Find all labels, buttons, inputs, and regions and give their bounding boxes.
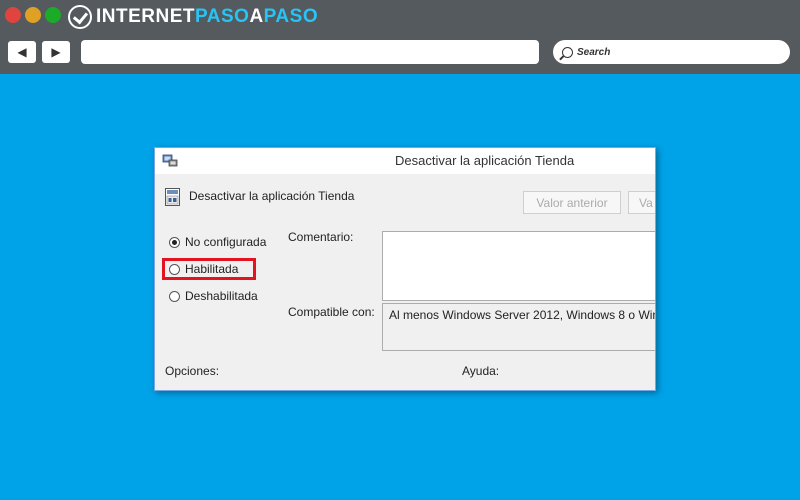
compatible-value: Al menos Windows Server 2012, Windows 8 … [382,303,655,351]
search-input[interactable]: Search [553,40,790,64]
address-bar[interactable] [81,40,539,64]
policy-dialog: Desactivar la aplicación Tienda Desactiv… [154,147,656,391]
forward-button[interactable]: ▶ [42,41,70,63]
compatible-label: Compatible con: [288,305,375,319]
policy-settings-icon [162,154,178,167]
back-arrow-icon: ◀ [17,45,27,59]
highlight-box [162,258,256,280]
dialog-title: Desactivar la aplicación Tienda [395,153,575,168]
comment-textarea[interactable] [382,231,655,301]
checkmark-icon [68,5,92,29]
minimize-window-button[interactable] [25,7,41,23]
comment-label: Comentario: [288,230,354,244]
close-window-button[interactable] [5,7,21,23]
window-controls [5,7,61,23]
forward-arrow-icon: ▶ [51,45,61,59]
browser-toolbar: INTERNETPASOAPASO ◀ ▶ Search [0,0,800,74]
radio-circle[interactable] [169,290,180,302]
search-icon [562,46,573,58]
policy-document-icon [165,188,180,206]
help-label: Ayuda: [462,364,500,378]
search-placeholder: Search [577,46,611,58]
next-setting-button[interactable]: Va [628,191,655,214]
policy-name: Desactivar la aplicación Tienda [189,189,355,203]
site-logo: INTERNETPASOAPASO [68,3,318,31]
radio-circle-selected[interactable] [169,236,180,248]
back-button[interactable]: ◀ [8,41,36,63]
maximize-window-button[interactable] [45,7,61,23]
options-label: Opciones: [165,364,220,378]
radio-disabled[interactable]: Deshabilitada [169,289,258,303]
logo-text: INTERNETPASOAPASO [96,6,319,27]
dialog-titlebar: Desactivar la aplicación Tienda [155,148,655,174]
radio-not-configured[interactable]: No configurada [169,235,266,249]
previous-setting-button[interactable]: Valor anterior [523,191,621,214]
